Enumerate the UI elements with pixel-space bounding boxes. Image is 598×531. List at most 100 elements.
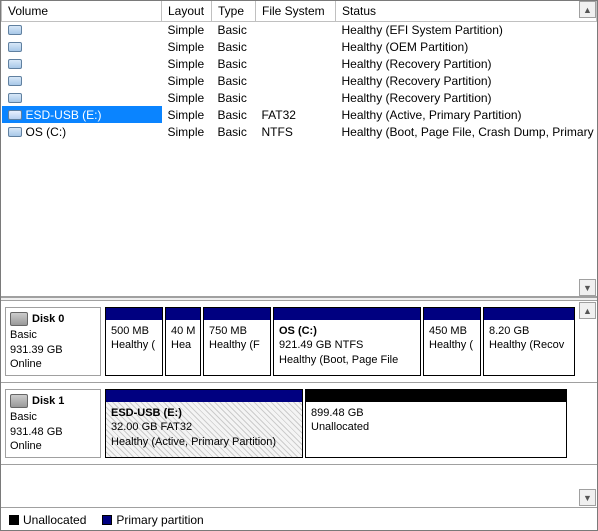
disk-info[interactable]: Disk 0Basic931.39 GBOnline: [5, 307, 101, 376]
volume-row[interactable]: SimpleBasicHealthy (Recovery Partition): [2, 72, 597, 89]
volume-name: ESD-USB (E:): [26, 108, 102, 122]
partition-size: 921.49 GB NTFS: [279, 339, 363, 351]
drive-icon: [8, 93, 22, 103]
volume-type: Basic: [212, 106, 256, 123]
partition-body: ESD-USB (E:)32.00 GB FAT32Healthy (Activ…: [106, 402, 302, 457]
partition-size: 450 MB: [429, 325, 467, 337]
volume-type: Basic: [212, 89, 256, 106]
primary-stripe-icon: [106, 390, 302, 402]
partition[interactable]: OS (C:)921.49 GB NTFSHealthy (Boot, Page…: [273, 307, 421, 376]
volume-status: Healthy (Recovery Partition): [336, 89, 597, 106]
partition-body: 750 MB Healthy (F: [204, 320, 270, 375]
volume-status: Healthy (Boot, Page File, Crash Dump, Pr…: [336, 123, 597, 140]
partition-size: 750 MB: [209, 325, 247, 337]
volume-layout: Simple: [162, 123, 212, 140]
legend: Unallocated Primary partition: [1, 507, 597, 531]
partition-title: OS (C:): [279, 325, 317, 337]
drive-icon: [8, 42, 22, 52]
primary-swatch-icon: [102, 515, 112, 525]
partitions: 500 MB Healthy ( 40 M Hea 750 MB Healthy (F OS…: [105, 307, 577, 376]
unallocated-stripe-icon: [306, 390, 566, 402]
partition-body: 450 MBHealthy (: [424, 320, 480, 375]
scroll-down-button[interactable]: ▼: [579, 489, 596, 506]
partition-size: 32.00 GB FAT32: [111, 421, 192, 433]
volume-fs: [256, 38, 336, 55]
partition[interactable]: 899.48 GB Unallocated: [305, 389, 567, 458]
volume-status: Healthy (Recovery Partition): [336, 72, 597, 89]
primary-stripe-icon: [274, 308, 420, 320]
primary-stripe-icon: [106, 308, 162, 320]
partition[interactable]: 450 MBHealthy (: [423, 307, 481, 376]
volume-status: Healthy (OEM Partition): [336, 38, 597, 55]
volume-status: Healthy (Recovery Partition): [336, 55, 597, 72]
volume-layout: Simple: [162, 38, 212, 55]
volume-type: Basic: [212, 38, 256, 55]
partition-body: 899.48 GB Unallocated: [306, 402, 566, 457]
volume-fs: [256, 89, 336, 106]
volume-layout: Simple: [162, 55, 212, 72]
primary-stripe-icon: [424, 308, 480, 320]
volume-fs: [256, 55, 336, 72]
partition-status: Unallocated: [311, 421, 369, 433]
scroll-up-button[interactable]: ▲: [579, 302, 596, 319]
partition-body: 500 MB Healthy (: [106, 320, 162, 375]
volume-row[interactable]: SimpleBasic Healthy (Recovery Partition): [2, 55, 597, 72]
volume-layout: Simple: [162, 89, 212, 106]
partition[interactable]: 500 MB Healthy (: [105, 307, 163, 376]
volume-row[interactable]: SimpleBasicHealthy (EFI System Partition…: [2, 21, 597, 38]
partition-status: Healthy (F: [209, 339, 260, 351]
primary-stripe-icon: [166, 308, 200, 320]
partition-size: 40 M: [171, 325, 195, 337]
partition-body: OS (C:)921.49 GB NTFSHealthy (Boot, Page…: [274, 320, 420, 375]
col-volume[interactable]: Volume: [2, 1, 162, 21]
volume-fs: [256, 21, 336, 38]
partition[interactable]: 750 MB Healthy (F: [203, 307, 271, 376]
partition-status: Healthy (Active, Primary Partition): [111, 436, 276, 448]
volume-status: Healthy (EFI System Partition): [336, 21, 597, 38]
partition-size: 899.48 GB: [311, 407, 364, 419]
volume-layout: Simple: [162, 106, 212, 123]
col-type[interactable]: Type: [212, 1, 256, 21]
volume-name: OS (C:): [26, 125, 67, 139]
partition-body: 40 M Hea: [166, 320, 200, 375]
col-filesystem[interactable]: File System: [256, 1, 336, 21]
volume-fs: [256, 72, 336, 89]
disk-label: Disk 0: [32, 312, 64, 326]
drive-icon: [8, 110, 22, 120]
volume-row[interactable]: OS (C:) SimpleBasicNTFSHealthy (Boot, Pag…: [2, 123, 597, 140]
legend-primary: Primary partition: [102, 513, 203, 527]
col-status[interactable]: Status: [336, 1, 597, 21]
volume-status: Healthy (Active, Primary Partition): [336, 106, 597, 123]
disk-icon: [10, 394, 28, 408]
disk-type: Basic: [10, 410, 96, 424]
disk-size: 931.39 GB: [10, 343, 96, 357]
primary-stripe-icon: [484, 308, 574, 320]
partition[interactable]: 40 M Hea: [165, 307, 201, 376]
disk-state: Online: [10, 439, 96, 453]
partition-status: Healthy (: [111, 339, 155, 351]
volume-layout: Simple: [162, 72, 212, 89]
disk-row: Disk 0Basic931.39 GBOnline 500 MB Healthy …: [1, 301, 597, 383]
partition-size: 500 MB: [111, 325, 149, 337]
partition[interactable]: ESD-USB (E:)32.00 GB FAT32Healthy (Activ…: [105, 389, 303, 458]
partition[interactable]: 8.20 GBHealthy (Recov: [483, 307, 575, 376]
partitions: ESD-USB (E:)32.00 GB FAT32Healthy (Activ…: [105, 389, 577, 458]
disk-size: 931.48 GB: [10, 425, 96, 439]
volume-row[interactable]: SimpleBasic Healthy (OEM Partition): [2, 38, 597, 55]
partition-status: Hea: [171, 339, 191, 351]
volume-type: Basic: [212, 55, 256, 72]
primary-stripe-icon: [204, 308, 270, 320]
volume-table: Volume Layout Type File System Status Si…: [1, 1, 597, 140]
scroll-down-button[interactable]: ▼: [579, 279, 596, 296]
volume-type: Basic: [212, 123, 256, 140]
volume-row[interactable]: SimpleBasic Healthy (Recovery Partition): [2, 89, 597, 106]
volume-row[interactable]: ESD-USB (E:) SimpleBasicFAT32Healthy (Act…: [2, 106, 597, 123]
disk-info[interactable]: Disk 1Basic931.48 GBOnline: [5, 389, 101, 458]
unallocated-swatch-icon: [9, 515, 19, 525]
volume-fs: NTFS: [256, 123, 336, 140]
col-layout[interactable]: Layout: [162, 1, 212, 21]
partition-status: Healthy (Recov: [489, 339, 564, 351]
volume-list-pane: Volume Layout Type File System Status Si…: [1, 1, 597, 297]
volume-fs: FAT32: [256, 106, 336, 123]
scroll-up-button[interactable]: ▲: [579, 1, 596, 18]
